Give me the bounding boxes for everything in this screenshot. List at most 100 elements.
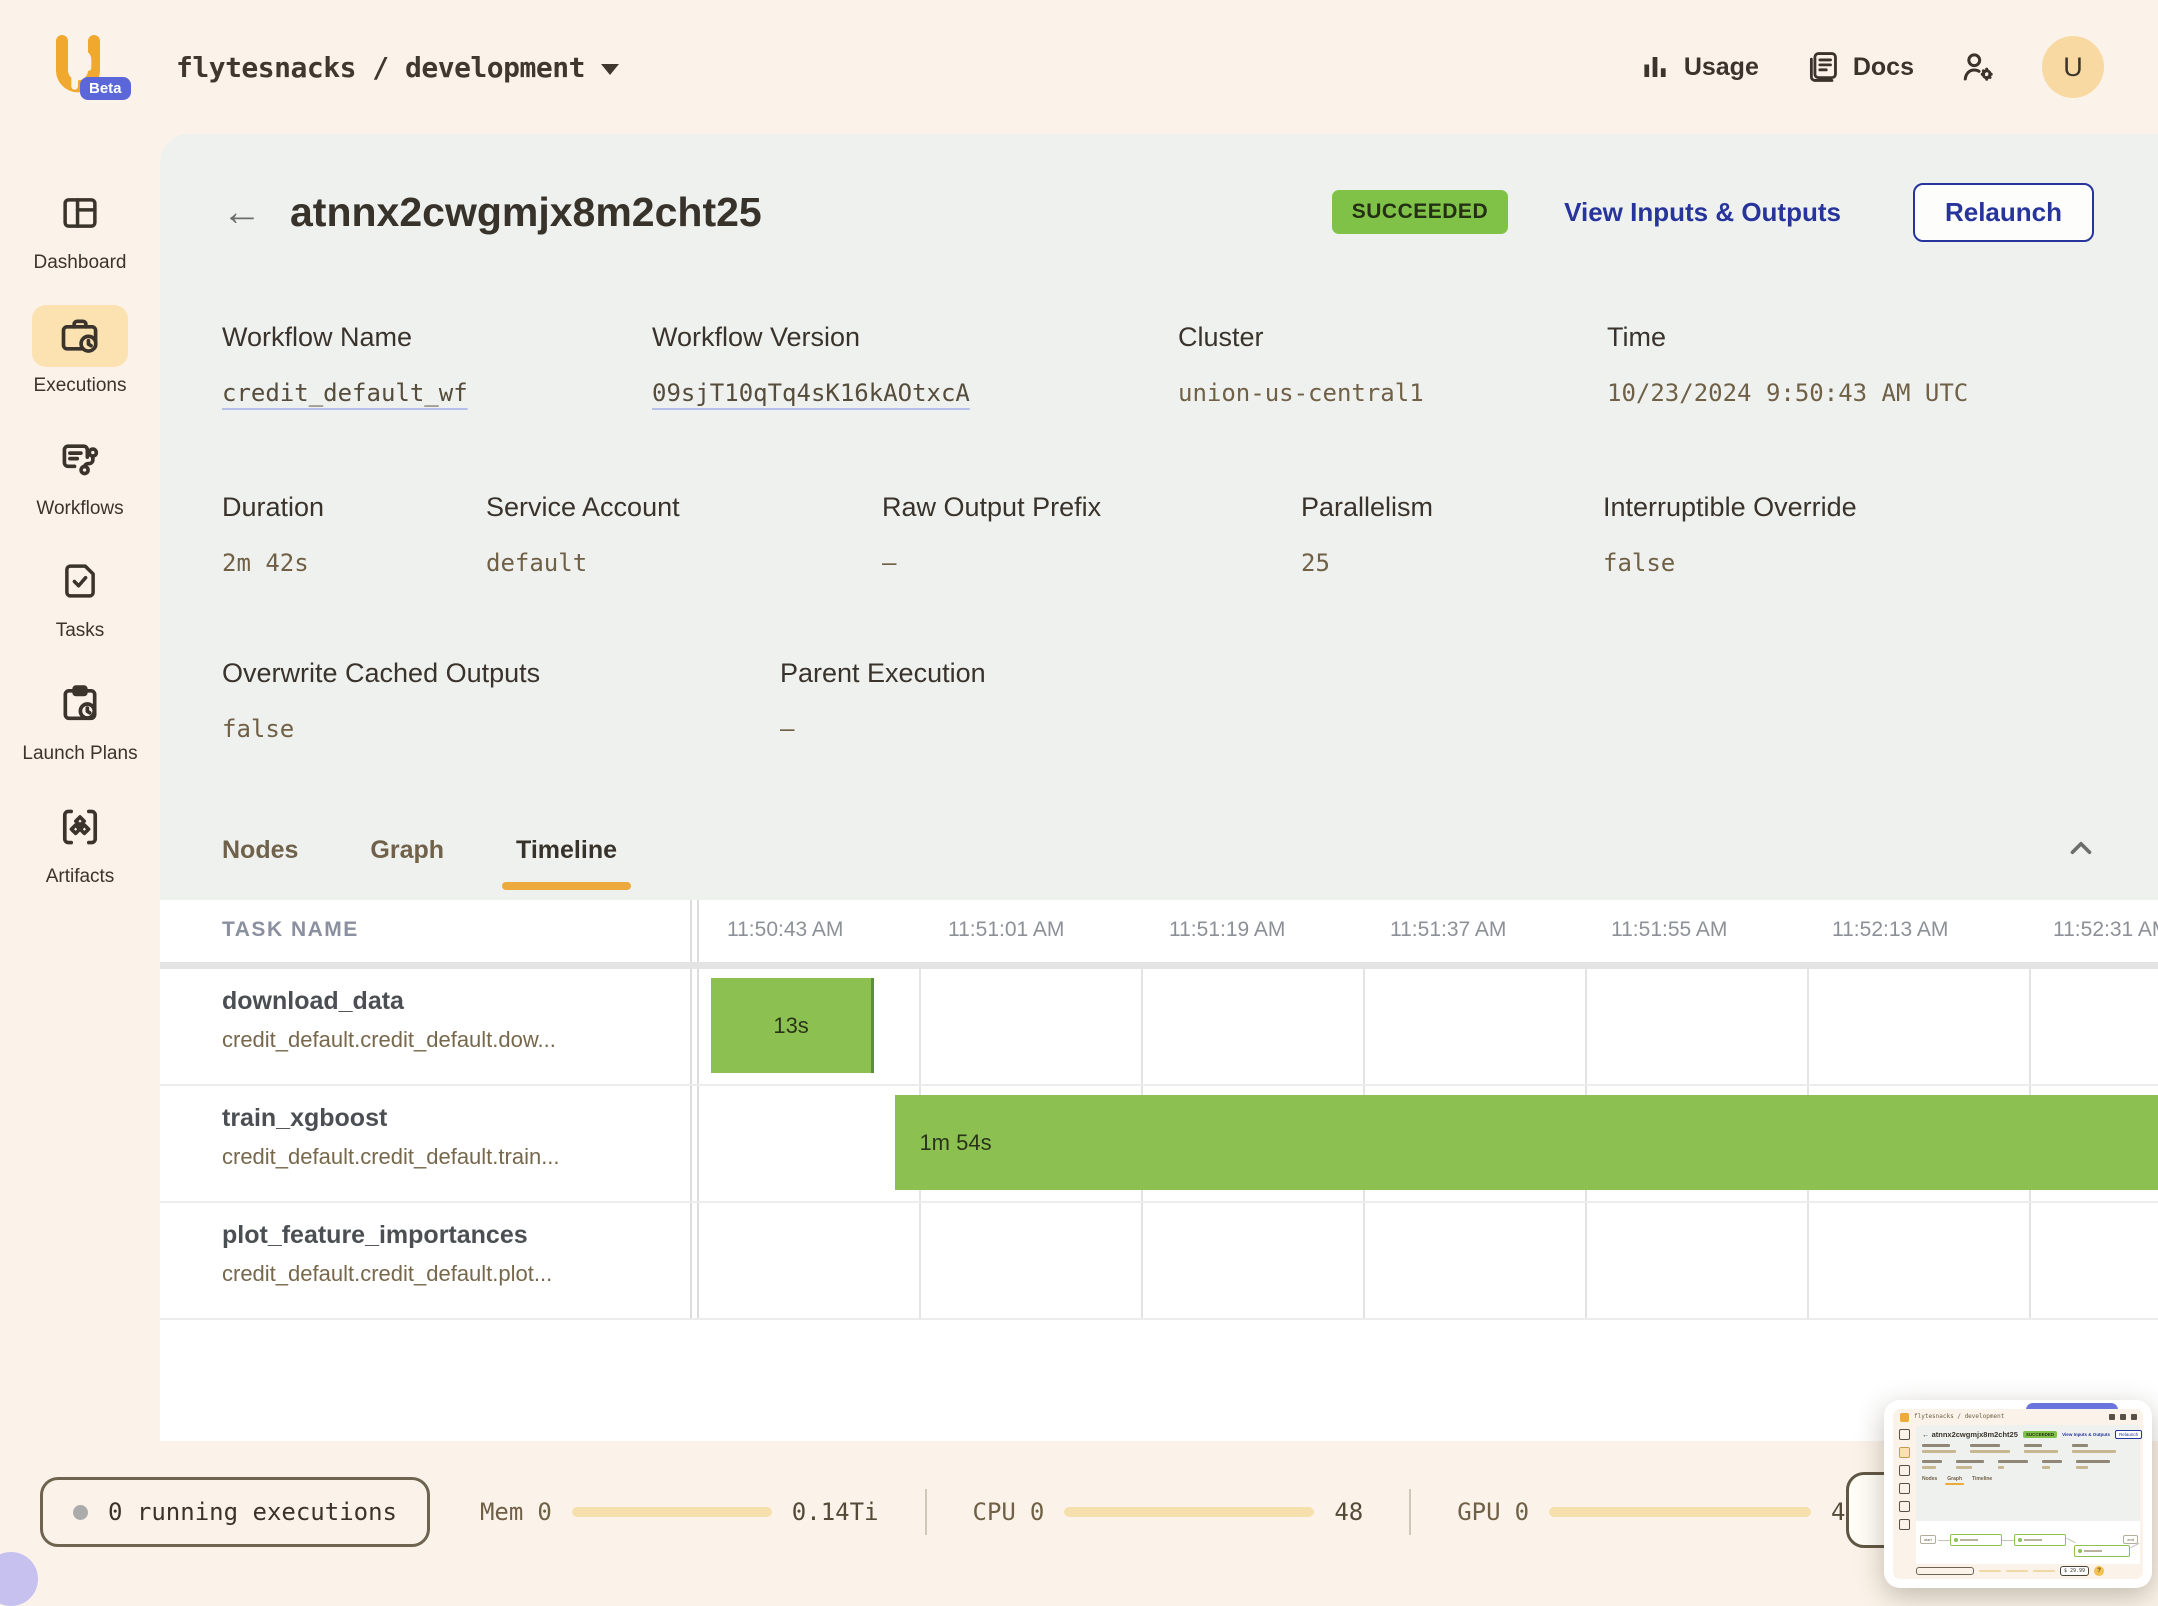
user-settings-button[interactable] [1960,49,1996,85]
thumbnail-statusbar: $ 29.99 ? [1916,1564,2140,1577]
task-name-cell[interactable]: plot_feature_importances credit_default.… [160,1203,692,1318]
time-tick: 11:51:19 AM [1169,918,1285,942]
meta-row-1: Workflow Name credit_default_wf Workflow… [160,322,2158,452]
sidebar-item-dashboard[interactable]: Dashboard [32,182,128,275]
meta-row-2: Duration 2m 42s Service Account default … [160,492,2158,622]
launch-plans-icon [32,673,128,735]
workflows-icon [32,428,128,490]
field-duration: Duration 2m 42s [222,492,324,577]
task-name-column-header: TASK NAME [160,900,692,962]
thumbnail-logo [1900,1413,1909,1422]
user-gear-icon [1960,49,1996,85]
sidebar-item-label: Tasks [56,620,105,643]
divider [925,1489,927,1535]
thumbnail-help-button[interactable]: ? [2094,1566,2104,1576]
time-tick: 11:51:37 AM [1390,918,1506,942]
execution-title: atnnx2cwgmjx8m2cht25 [290,189,762,236]
tab-bar: Nodes Graph Timeline [222,810,2098,890]
execution-detail-panel: ← atnnx2cwgmjx8m2cht25 SUCCEEDED View In… [160,134,2158,1441]
meta-row-3: Overwrite Cached Outputs false Parent Ex… [160,658,2158,788]
task-name-cell[interactable]: download_data credit_default.credit_defa… [160,969,692,1084]
thumbnail-tab: Timeline [1972,1476,1992,1482]
cpu-meter: CPU 0 48 [973,1498,1364,1526]
thumbnail-status-badge: SUCCEEDED [2023,1431,2057,1438]
timeline-bar[interactable]: 13s [711,978,874,1073]
thumbnail-title: ← atnnx2cwgmjx8m2cht25 [1922,1430,2018,1439]
view-inputs-outputs-link[interactable]: View Inputs & Outputs [1564,197,1841,228]
field-time: Time 10/23/2024 9:50:43 AM UTC [1607,322,1968,407]
field-workflow-version: Workflow Version 09sjT10qTq4sK16kAOtxcA [652,322,970,407]
cluster-status-bar: 0 running executions Mem 0 0.14Ti CPU 0 … [40,1474,1845,1550]
tab-nodes[interactable]: Nodes [222,810,298,890]
timeline-header: TASK NAME 11:50:43 AM 11:51:01 AM 11:51:… [160,900,2158,962]
collapse-panel-button[interactable] [2064,831,2098,870]
chevron-up-icon [2064,831,2098,865]
bar-chart-icon [1640,52,1670,82]
timeline-track: 13s [697,969,2158,1084]
thumbnail-relaunch-button: Relaunch [2115,1430,2142,1439]
thumbnail-price-button[interactable]: $ 29.99 [2060,1566,2089,1576]
timeline-section: TASK NAME 11:50:43 AM 11:51:01 AM 11:51:… [160,900,2158,1441]
thumbnail-sidebar [1893,1425,1915,1579]
sidebar: Dashboard Executions Workflows Tasks Lau… [0,134,160,1588]
sidebar-item-executions[interactable]: Executions [32,305,128,398]
field-parent-execution: Parent Execution – [780,658,986,743]
field-parallelism: Parallelism 25 [1301,492,1433,577]
thumbnail-tab: Nodes [1922,1476,1937,1482]
sidebar-item-label: Launch Plans [22,743,137,766]
field-workflow-name: Workflow Name credit_default_wf [222,322,468,407]
chevron-down-icon [601,64,619,75]
gpu-meter: GPU 0 4 [1457,1498,1845,1526]
running-executions-pill[interactable]: 0 running executions [40,1477,430,1547]
artifacts-icon [32,796,128,858]
beta-badge: Beta [80,77,131,100]
timeline-row-train-xgboost[interactable]: train_xgboost credit_default.credit_defa… [160,1086,2158,1203]
thumbnail-graph-area: start end [1916,1521,2140,1564]
sidebar-item-label: Executions [34,375,127,398]
timeline-row-download-data[interactable]: download_data credit_default.credit_defa… [160,969,2158,1086]
relaunch-button[interactable]: Relaunch [1913,183,2094,242]
sidebar-item-artifacts[interactable]: Artifacts [32,796,128,889]
thumbnail-topbar: flytesnacks / development [1893,1409,2143,1425]
back-arrow-icon[interactable]: ← [222,192,262,232]
sidebar-item-label: Dashboard [34,252,127,275]
status-badge: SUCCEEDED [1332,190,1508,234]
task-name-cell[interactable]: train_xgboost credit_default.credit_defa… [160,1086,692,1201]
field-overwrite-cached-outputs: Overwrite Cached Outputs false [222,658,540,743]
executions-icon [32,305,128,367]
tab-timeline[interactable]: Timeline [516,810,617,890]
time-tick: 11:52:13 AM [1832,918,1948,942]
thumbnail-start-node: start [1920,1535,1936,1544]
header-divider-strip [160,962,2158,969]
divider [1409,1489,1411,1535]
running-executions-label: 0 running executions [108,1498,397,1526]
field-cluster: Cluster union-us-central1 [1178,322,1424,407]
thumbnail-end-node: end [2123,1535,2138,1544]
docs-button[interactable]: Docs [1805,50,1914,84]
workflow-version-link[interactable]: 09sjT10qTq4sK16kAOtxcA [652,379,970,407]
sidebar-item-workflows[interactable]: Workflows [32,428,128,521]
avatar[interactable]: U [2042,36,2104,98]
field-interruptible-override: Interruptible Override false [1603,492,1857,577]
usage-button[interactable]: Usage [1640,52,1759,82]
timeline-bar[interactable]: 1m 54s [895,1095,2158,1190]
workflow-name-link[interactable]: credit_default_wf [222,379,468,407]
sidebar-item-label: Artifacts [46,866,115,889]
execution-header: ← atnnx2cwgmjx8m2cht25 SUCCEEDED View In… [222,170,2094,254]
breadcrumb[interactable]: flytesnacks / development [176,51,619,84]
timeline-track: 1m 54s [697,1086,2158,1201]
sidebar-item-launch-plans[interactable]: Launch Plans [22,673,137,766]
sidebar-item-tasks[interactable]: Tasks [32,550,128,643]
breadcrumb-label: flytesnacks / development [176,51,585,84]
top-nav: Usage Docs [1640,36,2104,98]
status-dot-icon [73,1505,88,1520]
screen-share-thumbnail[interactable]: flytesnacks / development ← atnnx2cwgmjx… [1884,1400,2152,1588]
thumbnail-page: flytesnacks / development ← atnnx2cwgmjx… [1893,1409,2143,1579]
memory-meter-track [572,1507,772,1517]
timeline-row-plot-feature-importances[interactable]: plot_feature_importances credit_default.… [160,1203,2158,1320]
time-tick: 11:51:01 AM [948,918,1064,942]
docs-label: Docs [1853,53,1914,82]
tab-graph[interactable]: Graph [370,810,444,890]
union-logo[interactable]: Beta [46,31,116,103]
usage-label: Usage [1684,53,1759,82]
